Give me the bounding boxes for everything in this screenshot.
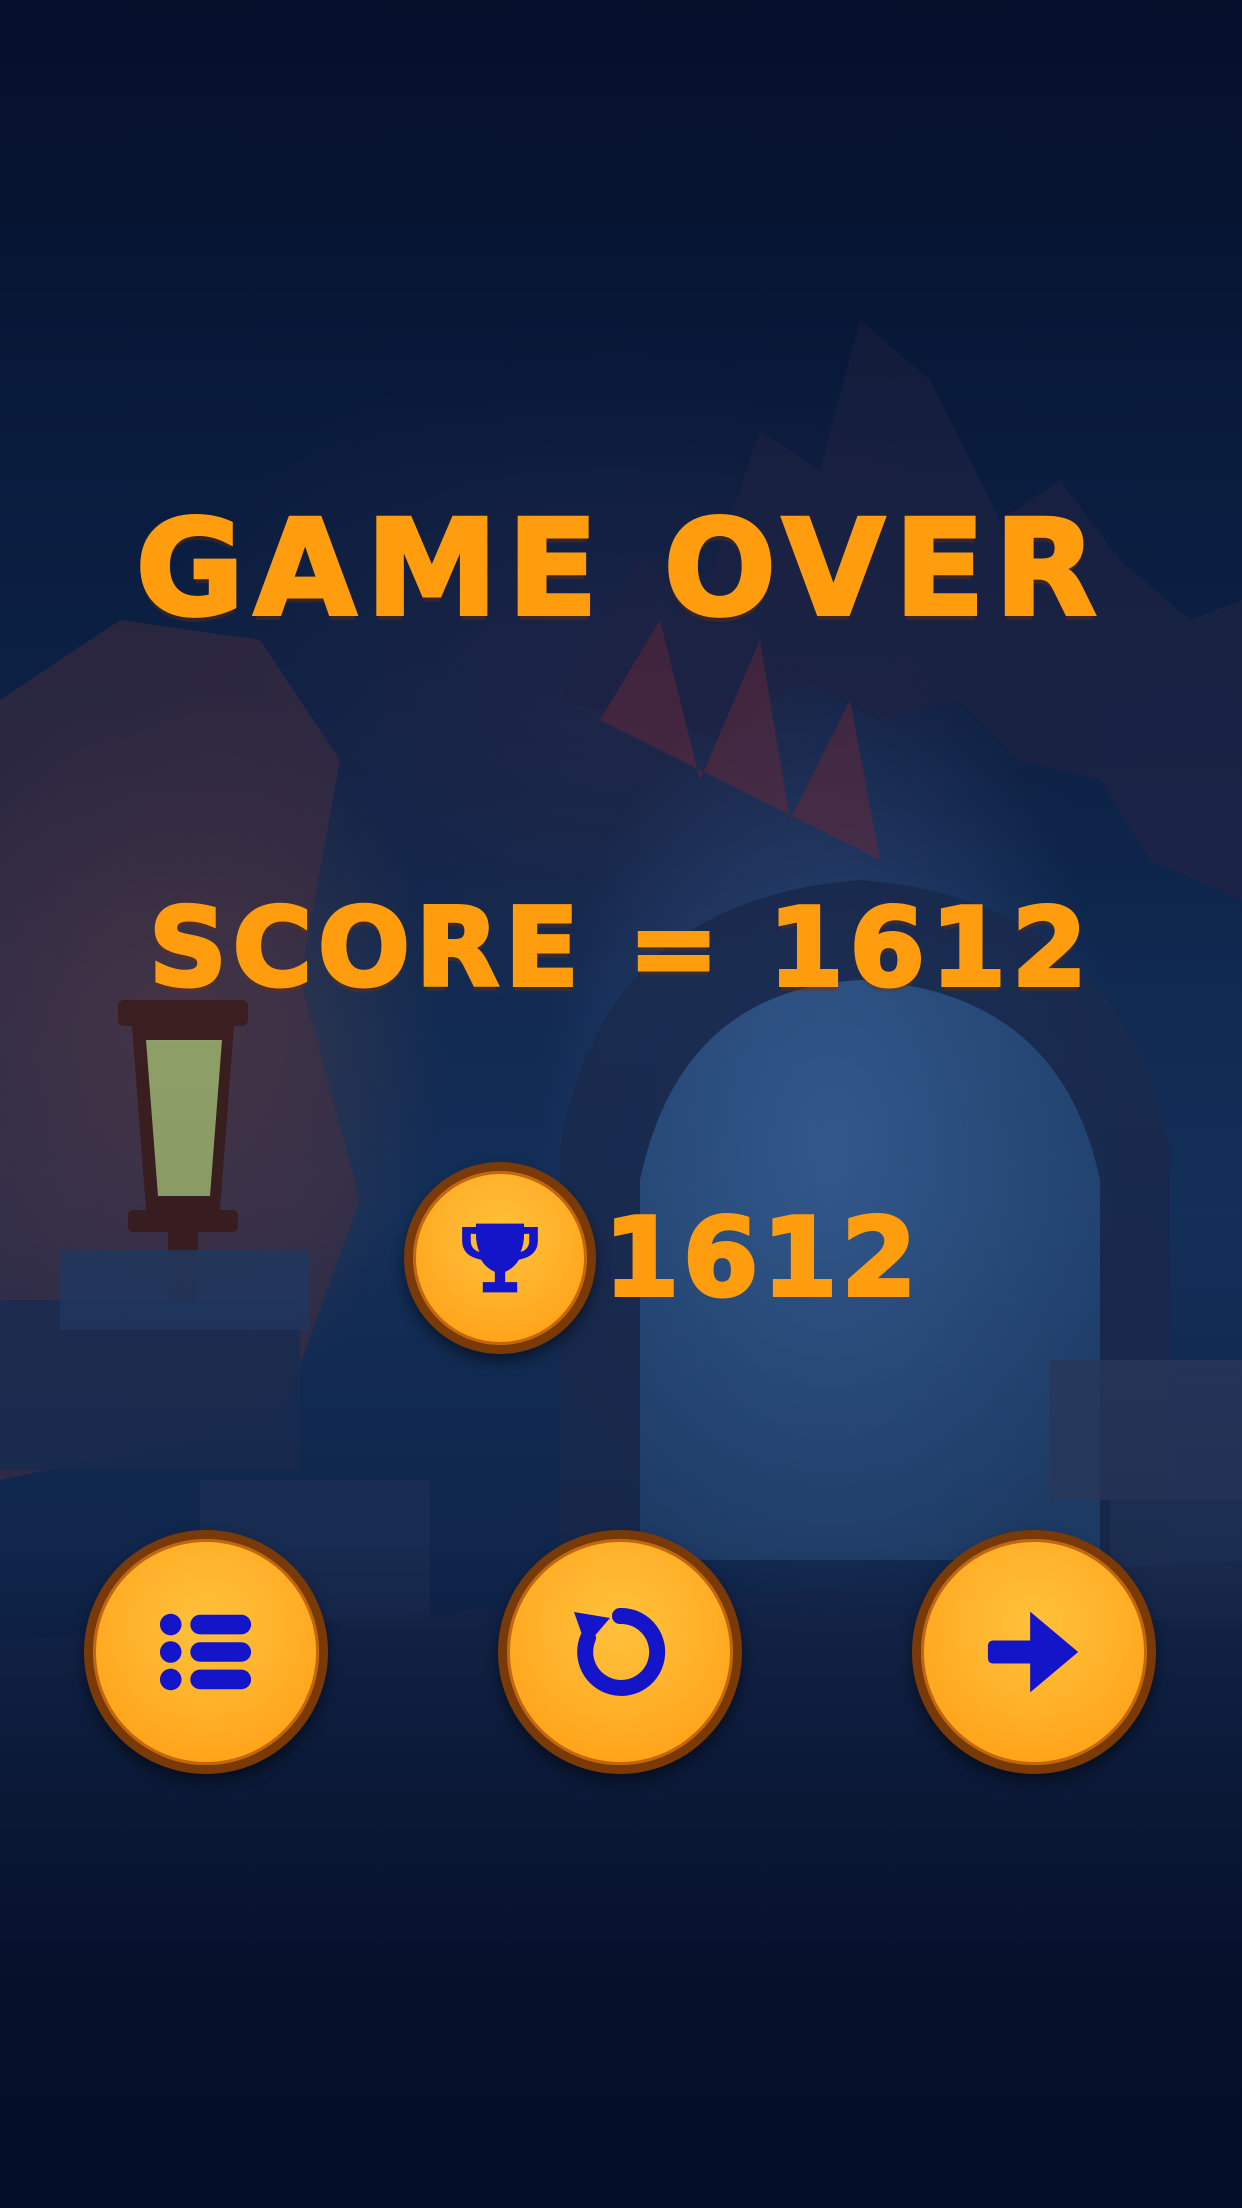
- next-button[interactable]: [912, 1530, 1156, 1774]
- replay-button[interactable]: [498, 1530, 742, 1774]
- replay-icon: [574, 1607, 666, 1696]
- arrow-right-icon: [987, 1611, 1079, 1693]
- best-score-badge: [404, 1162, 596, 1354]
- menu-button[interactable]: [84, 1530, 328, 1774]
- best-score-value: 1612: [602, 1194, 921, 1323]
- list-icon: [159, 1613, 252, 1691]
- game-over-title: GAME OVER: [134, 490, 1107, 648]
- trophy-icon: [462, 1223, 538, 1293]
- game-over-screen: GAME OVER SCORE = 1612 1612: [0, 0, 1242, 2208]
- vignette-overlay: [0, 0, 1242, 2208]
- best-score-row: 1612: [404, 1160, 921, 1356]
- score-label: SCORE = 1612: [147, 884, 1094, 1013]
